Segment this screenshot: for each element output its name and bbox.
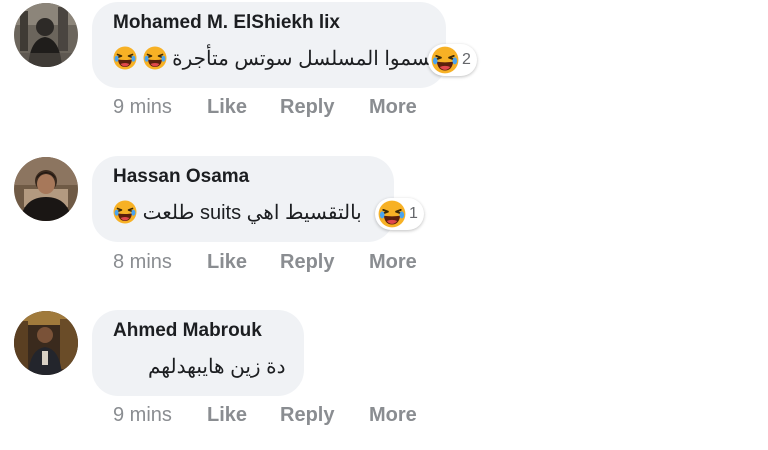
laughing-emoji-icon: [431, 46, 459, 74]
comment-text: يسموا المسلسل سوتس متأجرة: [113, 46, 435, 71]
comment-author[interactable]: Ahmed Mabrouk: [113, 320, 262, 342]
comment-time[interactable]: 9 mins: [113, 96, 172, 119]
avatar[interactable]: [14, 311, 78, 375]
comment-text: دة زين هايبهدلهم: [148, 354, 286, 379]
reaction-count: 1: [409, 205, 418, 222]
comment-author[interactable]: Mohamed M. ElShiekh lix: [113, 12, 340, 34]
laughing-emoji-icon: [143, 46, 167, 70]
more-button[interactable]: More: [369, 251, 417, 274]
avatar[interactable]: [14, 3, 78, 67]
laughing-emoji-icon: [378, 200, 406, 228]
more-button[interactable]: More: [369, 404, 417, 427]
reaction-summary[interactable]: 2: [428, 44, 477, 76]
like-button[interactable]: Like: [207, 96, 247, 119]
comment-author[interactable]: Hassan Osama: [113, 166, 249, 188]
comment-time[interactable]: 9 mins: [113, 404, 172, 427]
reaction-summary[interactable]: 1: [375, 198, 424, 230]
laughing-emoji-icon: [113, 200, 137, 224]
laughing-emoji-icon: [113, 46, 137, 70]
reply-button[interactable]: Reply: [280, 251, 334, 274]
comment-text: طلعت suits بالتقسيط اهي: [113, 200, 362, 225]
comment-body: يسموا المسلسل سوتس متأجرة: [172, 48, 436, 70]
comment-body: طلعت suits بالتقسيط اهي: [142, 202, 362, 224]
reaction-count: 2: [462, 51, 471, 68]
like-button[interactable]: Like: [207, 251, 247, 274]
reply-button[interactable]: Reply: [280, 96, 334, 119]
comment-bubble: Hassan Osama طلعت suits بالتقسيط اهي: [92, 156, 394, 242]
comment-bubble: Mohamed M. ElShiekh lix يسموا المسلسل سو…: [92, 2, 446, 88]
reply-button[interactable]: Reply: [280, 404, 334, 427]
more-button[interactable]: More: [369, 96, 417, 119]
comment-time[interactable]: 8 mins: [113, 251, 172, 274]
like-button[interactable]: Like: [207, 404, 247, 427]
comment-body: دة زين هايبهدلهم: [148, 356, 286, 378]
avatar[interactable]: [14, 157, 78, 221]
comment-bubble: Ahmed Mabrouk دة زين هايبهدلهم: [92, 310, 304, 396]
